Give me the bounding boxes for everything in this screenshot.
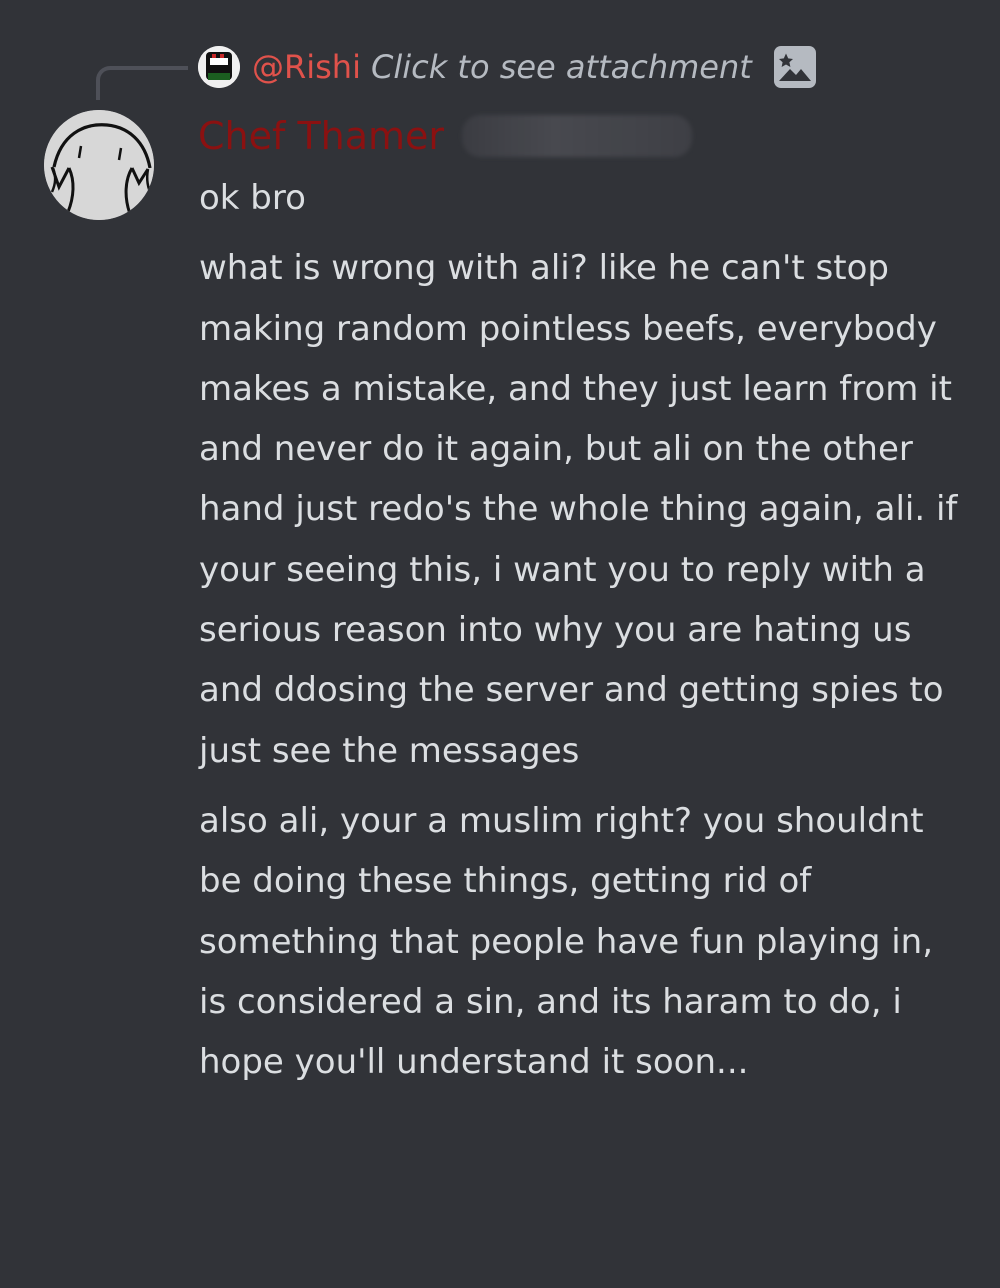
image-icon[interactable] bbox=[772, 44, 818, 90]
message-header: Chef Thamer bbox=[198, 108, 693, 164]
reply-username[interactable]: @Rishi bbox=[252, 48, 361, 86]
reply-avatar[interactable] bbox=[198, 46, 240, 88]
reply-preview-bar[interactable]: @Rishi Click to see attachment bbox=[198, 44, 818, 90]
reply-spine bbox=[96, 66, 188, 100]
author-avatar[interactable] bbox=[44, 110, 154, 220]
message-text-2: what is wrong with ali? like he can't st… bbox=[199, 248, 958, 771]
reply-preview-text[interactable]: Click to see attachment bbox=[371, 48, 752, 86]
message-content: ok bro what is wrong with ali? like he c… bbox=[199, 168, 959, 1092]
message-text-1: ok bro bbox=[199, 178, 306, 218]
author-name[interactable]: Chef Thamer bbox=[198, 114, 444, 158]
message-text-3: also ali, your a muslim right? you shoul… bbox=[199, 800, 934, 1083]
blurred-role-tag bbox=[462, 115, 693, 157]
